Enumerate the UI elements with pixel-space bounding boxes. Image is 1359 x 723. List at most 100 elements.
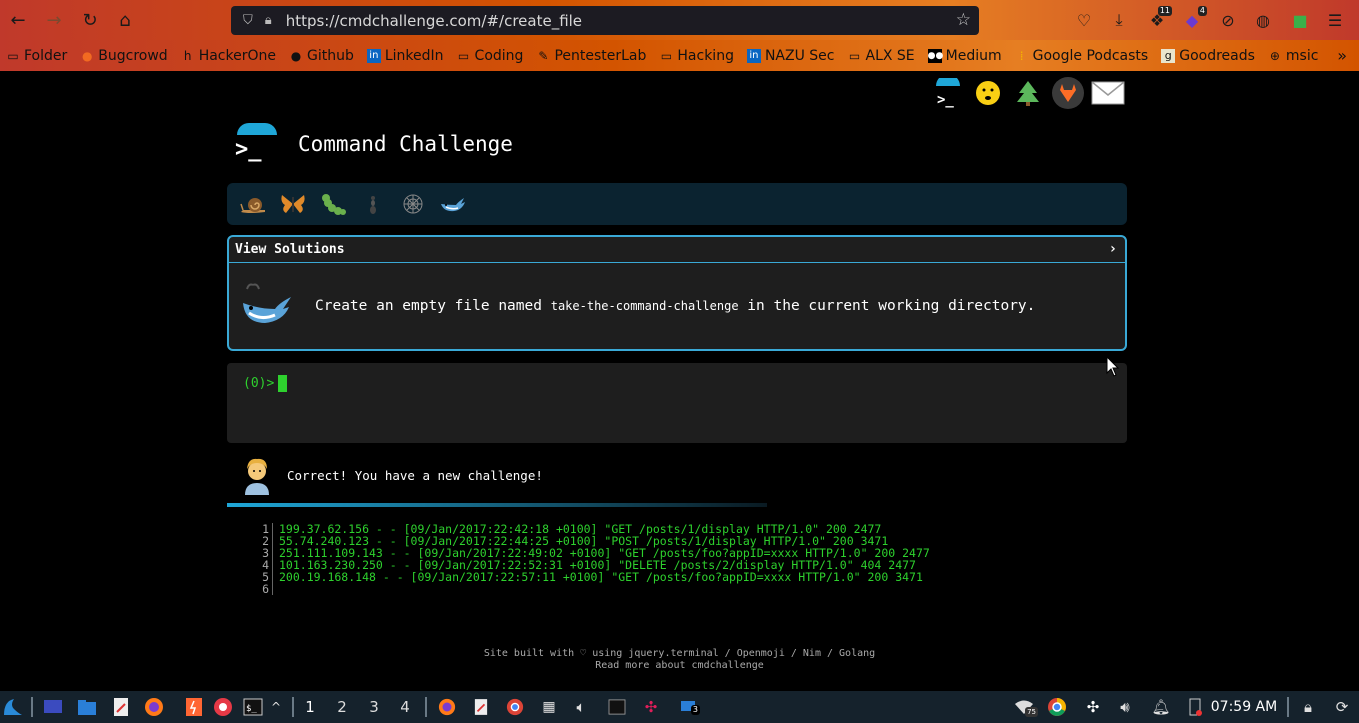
back-icon[interactable]: ← [6,8,30,32]
app-window-icon[interactable]: 3 [676,695,702,719]
slack-tray-icon[interactable]: ✣ [1082,695,1104,719]
wifi-icon[interactable]: 75 [1012,695,1038,719]
tree-icon[interactable] [1008,75,1048,111]
terminal-cursor [278,375,288,392]
downloads-icon[interactable]: ⤓ [1108,9,1130,31]
desktop-icon[interactable] [42,695,64,719]
person-icon [239,455,275,495]
bookmark-goodreads[interactable]: g Goodreads [1161,48,1255,64]
folder-icon: ▭ [848,48,861,63]
challenge-panel: View Solutions › Create an empty file na… [227,235,1127,351]
file-manager-icon[interactable] [76,695,98,719]
lock-icon[interactable]: 🔒︎ [265,13,272,28]
workspace-3[interactable]: 3 [365,695,383,719]
terminal-app-icon[interactable]: $_ [242,695,264,719]
footer-credits: Site built with ♡ using jquery.terminal … [483,648,876,659]
gitlab-icon[interactable] [1048,75,1088,111]
url-text[interactable]: https://cmdchallenge.com/#/create_file [286,12,582,30]
bookmark-star-icon[interactable]: ☆ [956,10,971,30]
forward-icon[interactable]: → [42,8,66,32]
battery-icon[interactable] [1184,695,1206,719]
top-icon-bar: >_ [928,75,1128,111]
clock[interactable]: 07:59 AM [1210,695,1278,719]
bookmark-linkedin[interactable]: in LinkedIn [366,48,444,64]
bookmark-alx-se[interactable]: ▭ ALX SE [848,48,915,64]
url-bar[interactable]: ⛉ 🔒︎ https://cmdchallenge.com/#/create_f… [231,6,979,35]
app-red-icon[interactable] [212,695,234,719]
pocket-icon[interactable]: ♡ [1073,9,1095,31]
bookmark-msic[interactable]: ⊕ msic [1268,48,1319,64]
terminal-icon[interactable]: >_ [928,75,968,111]
extension-d-icon[interactable]: ■ [1289,9,1311,31]
notifications-bell-icon[interactable]: 🔔︎ [1150,695,1172,719]
bookmark-bugcrowd[interactable]: ● Bugcrowd [80,48,168,64]
cookie-icon[interactable]: ◍ [1252,9,1274,31]
browser-toolbar: ← → ↻ ⌂ ⛉ 🔒︎ https://cmdchallenge.com/#/… [0,0,1359,40]
web-icon[interactable] [393,187,433,221]
butterfly-icon[interactable] [273,187,313,221]
extension-b-badge: 4 [1197,6,1207,16]
bookmark-pentesterlab[interactable]: ✎ PentesterLab [536,48,646,64]
level-selector [227,183,1127,225]
terminal-input[interactable]: (0)> [227,363,1127,443]
system-taskbar: $_ ^ 1 2 3 4 ▦ 🔈︎ ✣ 3 75 ✣ 🔊︎ 🔔︎ 07:59 A… [0,691,1359,723]
bookmark-github[interactable]: ● Github [289,48,354,64]
mail-icon[interactable] [1088,75,1128,111]
bookmark-google-podcasts[interactable]: ⁞ Google Podcasts [1015,48,1149,64]
burp-icon[interactable] [183,695,205,719]
reload-icon[interactable]: ↻ [78,8,102,32]
bookmarks-overflow-icon[interactable]: » [1337,46,1347,65]
firefox-icon[interactable] [143,695,165,719]
face-icon[interactable] [968,75,1008,111]
start-menu-icon[interactable] [2,695,24,719]
chrome-tray-icon[interactable] [1046,695,1068,719]
chrome-window-icon[interactable] [504,695,526,719]
snail-icon[interactable] [233,187,273,221]
screenshot-window-icon[interactable]: ▦ [538,695,560,719]
pentesterlab-icon: ✎ [538,48,549,63]
view-solutions-toggle[interactable]: View Solutions › [229,237,1125,263]
hackerone-icon: h [183,48,192,63]
bookmark-coding[interactable]: ▭ Coding [457,48,524,64]
text-editor-icon[interactable] [110,695,132,719]
page-title: Command Challenge [298,132,513,156]
feedback-text: Correct! You have a new challenge! [287,467,543,483]
power-icon[interactable]: ⟳ [1331,695,1353,719]
workspace-1[interactable]: 1 [301,695,319,719]
caterpillar-icon[interactable] [313,187,353,221]
log-line: 6 [257,583,930,595]
volume-icon[interactable]: 🔊︎ [1114,695,1136,719]
wifi-badge: 75 [1025,707,1038,717]
firefox-window-icon[interactable] [436,695,458,719]
workspace-2[interactable]: 2 [333,695,351,719]
workspace-4[interactable]: 4 [396,695,414,719]
bookmark-hacking[interactable]: ▭ Hacking [659,48,734,64]
bookmark-nazu-sec[interactable]: in NAZU Sec [746,48,835,64]
slack-window-icon[interactable]: ✣ [640,695,662,719]
goodreads-icon: g [1161,48,1176,63]
footer-read-more-link[interactable]: Read more about cmdchallenge [0,660,1359,672]
extension-a-icon[interactable]: ❖ 11 [1146,6,1172,31]
chevron-up-icon[interactable]: ^ [268,695,284,719]
challenge-prefix: Create an empty file named [315,298,542,314]
whale-level-icon[interactable] [433,187,473,221]
lock-screen-icon[interactable]: 🔒︎ [1297,695,1319,719]
medium-icon: ●● [927,48,944,63]
whale-icon [239,278,295,334]
bookmark-folder[interactable]: ▭ Folder [6,48,67,64]
cmdchallenge-logo[interactable]: >_ [235,123,277,165]
editor-window-icon[interactable] [470,695,492,719]
bookmark-hackerone[interactable]: h HackerOne [181,48,276,64]
menu-icon[interactable]: ☰ [1324,9,1346,31]
terminal-window-icon[interactable] [606,695,628,719]
challenge-body: Create an empty file named take-the-comm… [229,263,1125,349]
bookmarks-bar: ▭ Folder ● Bugcrowd h HackerOne ● Github in L… [0,40,1359,71]
home-icon[interactable]: ⌂ [113,8,137,32]
volume-window-icon[interactable]: 🔈︎ [570,695,592,719]
extension-c-icon[interactable]: ⊘ [1217,9,1239,31]
challenge-progress-fill [227,503,767,507]
file-output: 1 199.37.62.156 - - [09/Jan/2017:22:42:18… [257,523,930,595]
extension-b-icon[interactable]: ◆ 4 [1181,6,1207,31]
ant-icon[interactable] [353,187,393,221]
bookmark-medium[interactable]: ●● Medium [927,48,1002,64]
